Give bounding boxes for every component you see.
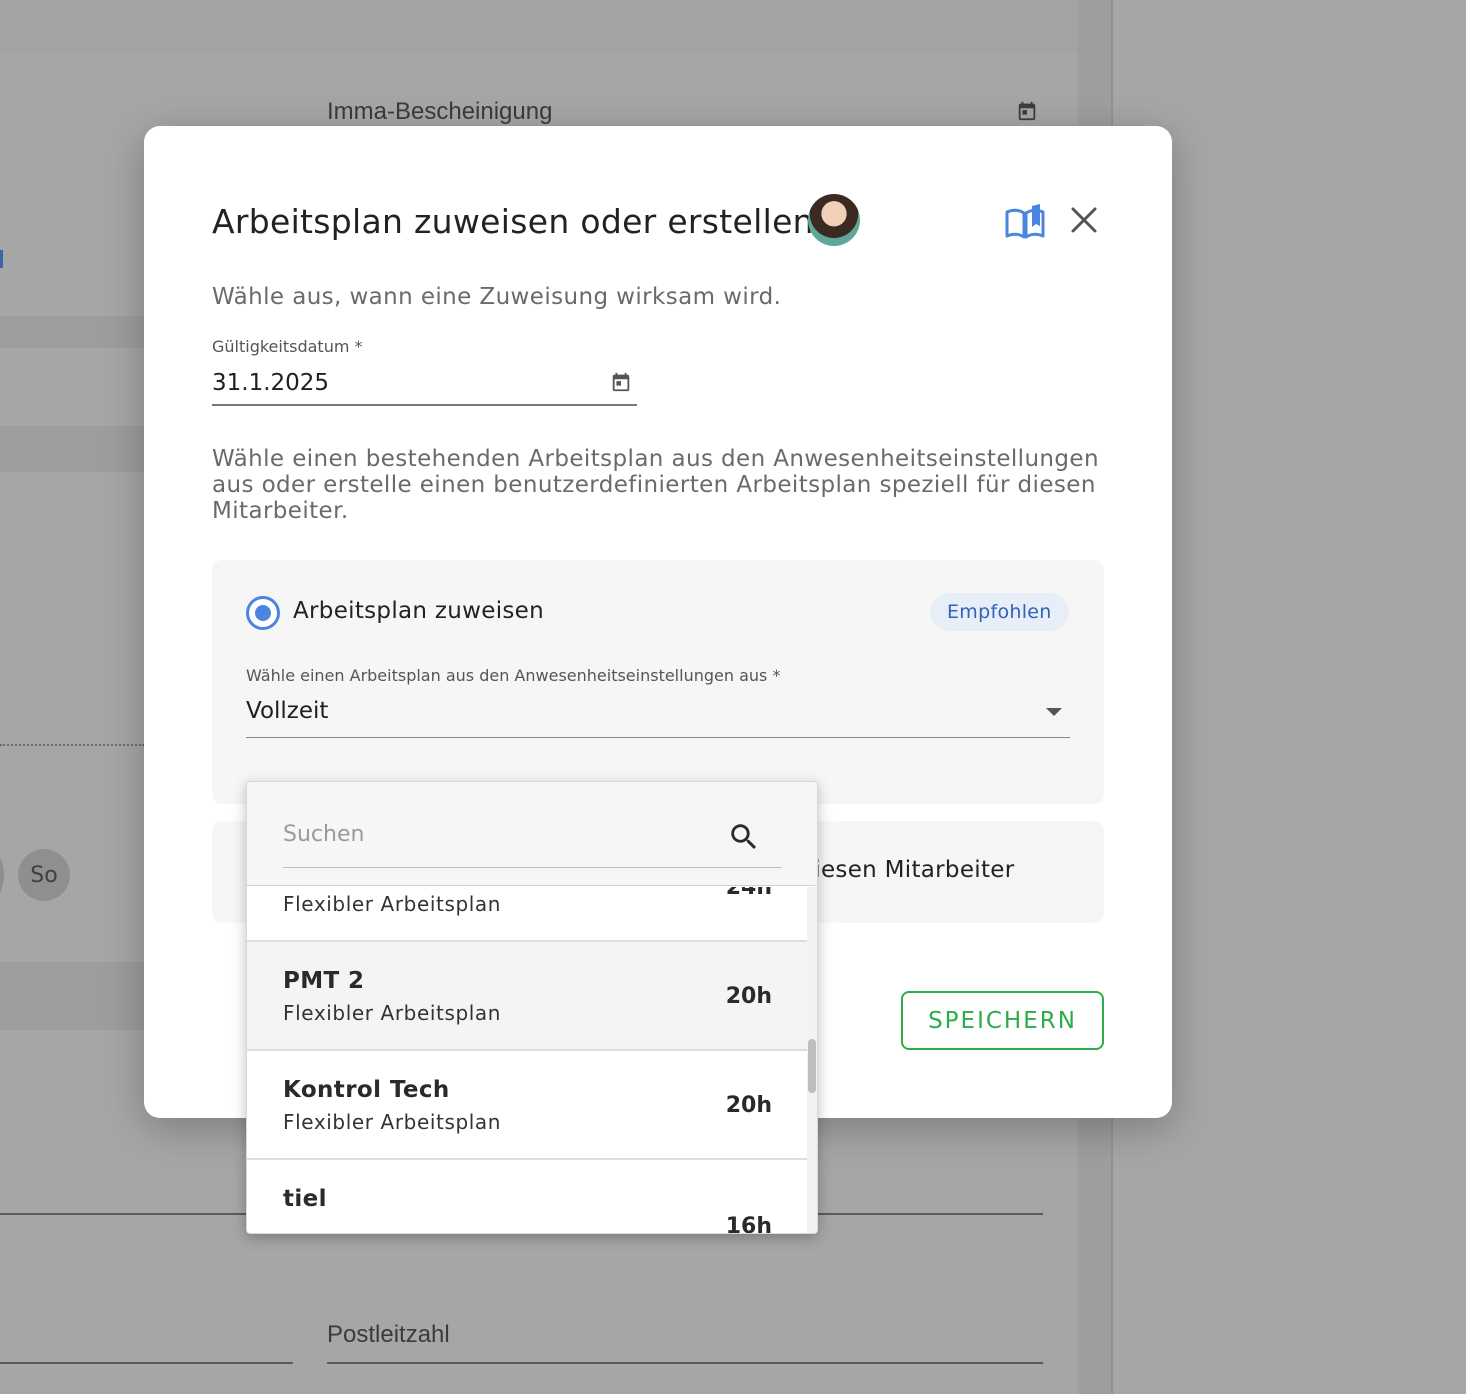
- bg-band: [0, 426, 144, 472]
- open-book-icon[interactable]: [1004, 204, 1046, 240]
- option-name: Kontrol Tech: [283, 1077, 450, 1103]
- search-icon[interactable]: [727, 820, 761, 854]
- employee-avatar: [808, 194, 860, 246]
- schedule-dropdown: Suchen Flexibler Arbeitsplan 24h PMT 2 F…: [246, 781, 818, 1234]
- dropdown-search-input[interactable]: Suchen: [283, 820, 782, 868]
- calendar-icon[interactable]: [610, 371, 632, 393]
- bg-field-underline: [0, 1362, 293, 1364]
- option-name: PMT 2: [283, 968, 365, 994]
- caret-down-icon: [1046, 708, 1062, 716]
- option-hours: 20h: [725, 984, 772, 1009]
- option-type: Flexibler Arbeitsplan: [283, 1110, 502, 1134]
- dropdown-search-area: Suchen: [247, 782, 817, 886]
- bg-imma-label: Imma-Bescheinigung: [327, 98, 553, 125]
- save-button[interactable]: SPEICHERN: [901, 991, 1104, 1050]
- bg-dotted-divider: [0, 744, 144, 746]
- dropdown-option[interactable]: Kontrol Tech Flexibler Arbeitsplan 20h: [247, 1051, 807, 1160]
- option-type: Flexibler Arbeitsplan: [283, 1001, 502, 1025]
- option-hours: 16h: [725, 1214, 772, 1234]
- schedule-select-label: Wähle einen Arbeitsplan aus den Anwesenh…: [246, 666, 781, 685]
- dropdown-option[interactable]: Flexibler Arbeitsplan 24h: [247, 887, 807, 942]
- option-type: Flexibler Arbeitsplan: [283, 892, 502, 916]
- bg-postcode-label: Postleitzahl: [327, 1321, 450, 1348]
- bg-day-chip: [0, 849, 4, 901]
- dropdown-option[interactable]: PMT 2 Flexibler Arbeitsplan 20h: [247, 942, 807, 1051]
- bg-band: [0, 0, 1078, 52]
- dropdown-list: Flexibler Arbeitsplan 24h PMT 2 Flexible…: [247, 887, 807, 1234]
- bg-field-underline: [327, 1362, 1043, 1364]
- option-hours: 24h: [725, 887, 772, 900]
- dropdown-option[interactable]: tiel 16h: [247, 1160, 807, 1234]
- dialog-subtitle: Wähle aus, wann eine Zuweisung wirksam w…: [212, 284, 782, 310]
- dialog-title: Arbeitsplan zuweisen oder erstellen: [212, 202, 814, 241]
- schedule-select-value: Vollzeit: [246, 698, 329, 724]
- option-hours: 20h: [725, 1093, 772, 1118]
- bg-day-chip-sunday: So: [18, 849, 70, 901]
- dialog-description: Wähle einen bestehenden Arbeitsplan aus …: [212, 446, 1099, 524]
- scrollbar-thumb[interactable]: [808, 1039, 816, 1093]
- schedule-select[interactable]: Vollzeit: [246, 694, 1070, 738]
- close-icon[interactable]: [1068, 204, 1100, 236]
- calendar-icon: [1018, 101, 1036, 121]
- bg-link-fragment: [0, 250, 3, 268]
- option-assign-schedule[interactable]: Arbeitsplan zuweisen Empfohlen Wähle ein…: [212, 560, 1104, 804]
- recommended-badge: Empfohlen: [930, 593, 1069, 631]
- option-name: tiel: [283, 1186, 327, 1212]
- validity-date-label: Gültigkeitsdatum *: [212, 337, 363, 356]
- assign-schedule-radio[interactable]: [246, 596, 280, 630]
- assign-schedule-label: Arbeitsplan zuweisen: [293, 598, 545, 624]
- dropdown-scrollbar[interactable]: [807, 887, 817, 1233]
- bg-band: [0, 316, 144, 348]
- validity-date-input[interactable]: 31.1.2025: [212, 366, 637, 406]
